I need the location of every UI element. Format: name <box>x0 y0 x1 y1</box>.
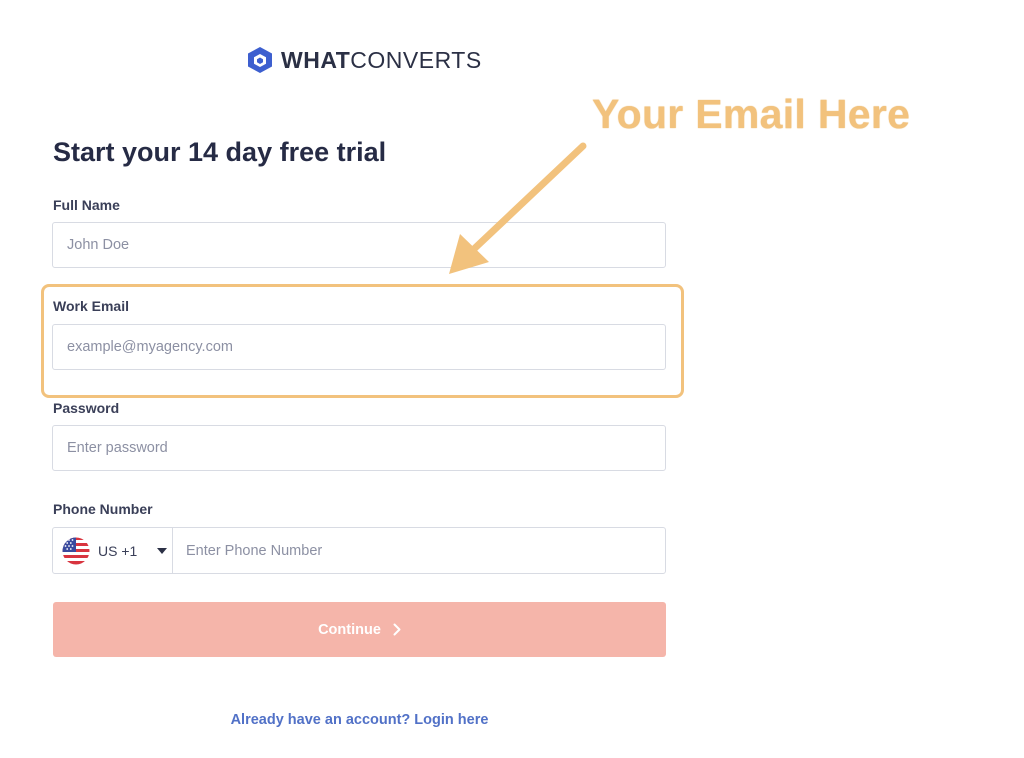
signup-page: WHATCONVERTS Start your 14 day free tria… <box>0 0 1024 758</box>
annotation-arrow-icon <box>449 142 587 274</box>
